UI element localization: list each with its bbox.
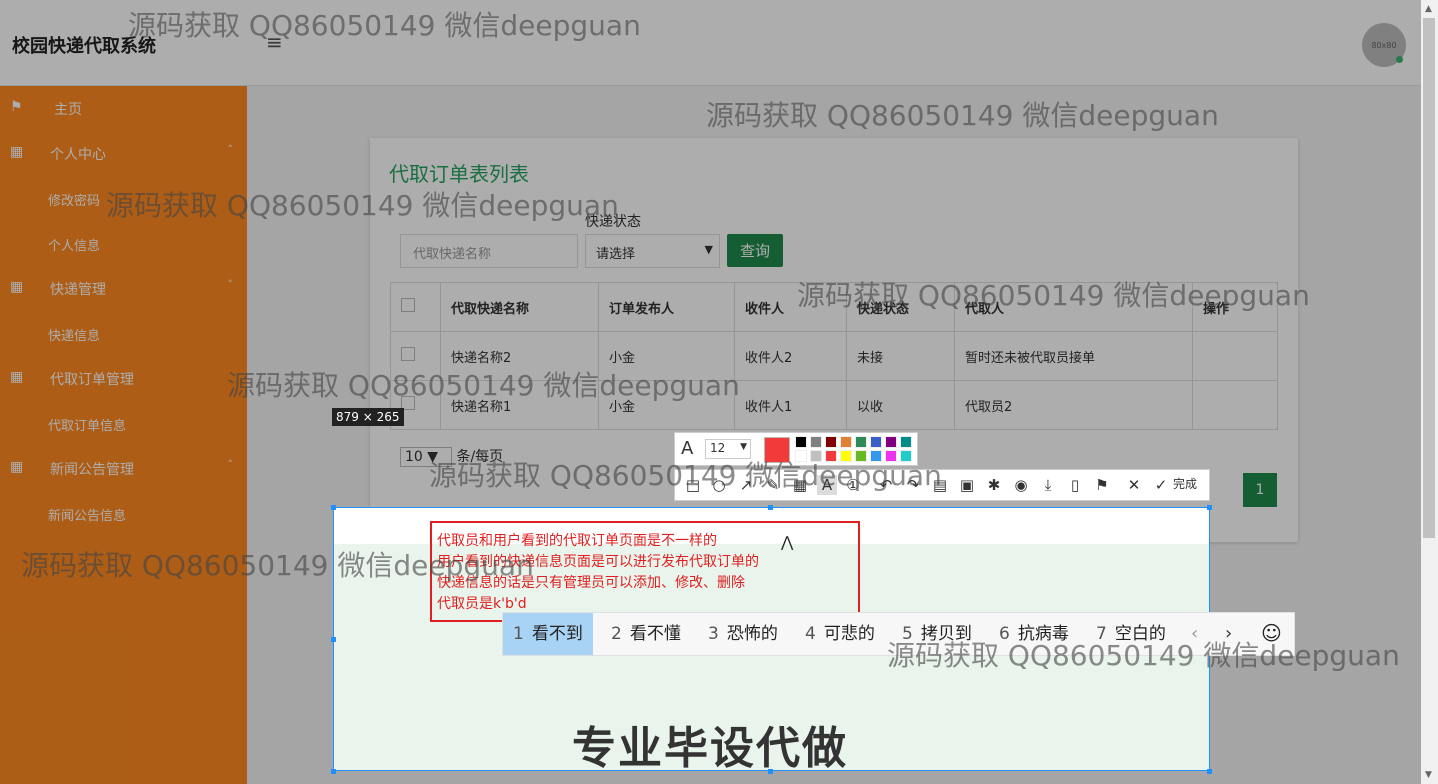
scrollbar-thumb[interactable]	[1423, 18, 1435, 538]
watermark-text: 源码获取 QQ86050149 微信deepguan	[106, 189, 619, 222]
scroll-down-arrow-icon[interactable]: ▼	[1425, 770, 1432, 780]
color-swatch[interactable]	[885, 436, 897, 448]
save-icon[interactable]: ▯	[1065, 475, 1085, 495]
color-swatch[interactable]	[795, 436, 807, 448]
ime-candidate[interactable]: 4 可悲的	[795, 613, 885, 655]
promo-caption: 专业毕设代做	[572, 723, 848, 774]
check-icon[interactable]: ✓	[1151, 475, 1171, 495]
cancel-icon[interactable]: ✕	[1124, 475, 1144, 495]
ocr-icon[interactable]: ▣	[957, 475, 977, 495]
ime-candidate[interactable]: 2 看不懂	[601, 613, 691, 655]
resize-handle[interactable]	[331, 505, 336, 510]
bookmark-icon[interactable]: ⚑	[1092, 475, 1112, 495]
record-icon[interactable]: ◉	[1011, 475, 1031, 495]
watermark-text: 源码获取 QQ86050149 微信deepguan	[706, 99, 1219, 132]
color-swatch[interactable]	[810, 436, 822, 448]
ime-candidate[interactable]: 3 恐怖的	[698, 613, 788, 655]
resize-handle[interactable]	[1207, 505, 1212, 510]
download-icon[interactable]: ⤓	[1038, 475, 1058, 495]
resize-handle[interactable]	[768, 505, 773, 510]
selection-size-label: 879 × 265	[332, 408, 404, 426]
annotation-line: 代取员是k'b'd	[437, 596, 527, 612]
color-swatch[interactable]	[900, 436, 912, 448]
color-swatch[interactable]	[855, 436, 867, 448]
watermark-text: 源码获取 QQ86050149 微信deepguan	[887, 639, 1400, 672]
chevron-down-icon: ▼	[740, 442, 747, 452]
pin-icon[interactable]: ✱	[984, 475, 1004, 495]
resize-handle[interactable]	[331, 637, 336, 642]
watermark-text: 源码获取 QQ86050149 微信deepguan	[797, 279, 1310, 312]
watermark-text: 源码获取 QQ86050149 微信deepguan	[429, 459, 942, 492]
watermark-text: 源码获取 QQ86050149 微信deepguan	[128, 9, 641, 42]
font-size-value: 12	[710, 441, 726, 455]
watermark-text: 源码获取 QQ86050149 微信deepguan	[227, 369, 740, 402]
watermark-text: 源码获取 QQ86050149 微信deepguan	[21, 549, 534, 582]
resize-handle[interactable]	[1207, 769, 1212, 774]
text-cursor-icon: ⋀	[781, 533, 794, 551]
resize-handle[interactable]	[331, 769, 336, 774]
ime-candidate[interactable]: 1 看不到	[503, 613, 593, 655]
done-button[interactable]: 完成	[1173, 475, 1197, 492]
scroll-up-arrow-icon[interactable]: ▲	[1425, 4, 1432, 14]
color-swatch[interactable]	[825, 436, 837, 448]
color-swatch[interactable]	[840, 436, 852, 448]
color-swatch[interactable]	[870, 436, 882, 448]
